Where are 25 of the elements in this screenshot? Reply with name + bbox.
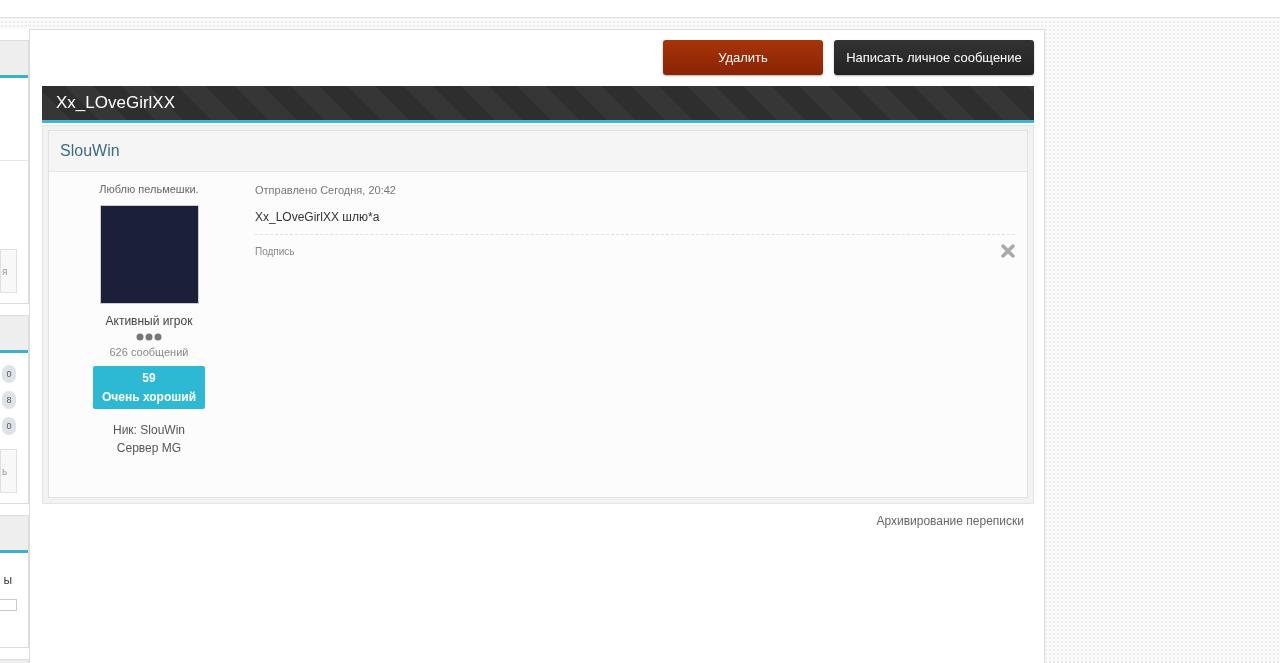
count-badge: 8 — [2, 391, 16, 409]
signature-label: Подпись — [255, 245, 295, 257]
reputation-badge: 59 Очень хороший — [93, 366, 205, 409]
message-text: Xx_LOveGirlXX шлю*а — [255, 210, 1015, 235]
avatar-placeholder[interactable] — [99, 205, 199, 304]
panel-header — [0, 316, 28, 353]
panel-header — [0, 41, 28, 78]
sidebar-text: ы — [3, 573, 12, 587]
panel-header — [0, 516, 28, 553]
user-status: Люблю пельмешки. — [99, 183, 199, 195]
message-button[interactable]: Написать личное сообщение — [834, 40, 1034, 75]
archive-link[interactable]: Архивирование переписки — [876, 514, 1024, 528]
user-field: Ник: SlouWin — [113, 423, 185, 437]
count-badge: 0 — [2, 417, 16, 435]
conversation-title: Xx_LOveGirlXX — [56, 93, 176, 113]
delete-button[interactable]: Удалить — [663, 40, 823, 75]
sent-date: Отправлено Сегодня, 20:42 — [255, 184, 397, 196]
user-rank: Активный игрок — [105, 314, 193, 328]
count-badge: 0 — [2, 365, 16, 383]
rank-dots-icon — [136, 333, 162, 341]
user-field: Сервер MG — [116, 441, 182, 455]
close-icon[interactable] — [1001, 244, 1015, 258]
post-count: 626 сообщений — [109, 346, 189, 358]
author-link[interactable]: SlouWin — [60, 142, 120, 160]
input-field[interactable] — [0, 599, 17, 611]
